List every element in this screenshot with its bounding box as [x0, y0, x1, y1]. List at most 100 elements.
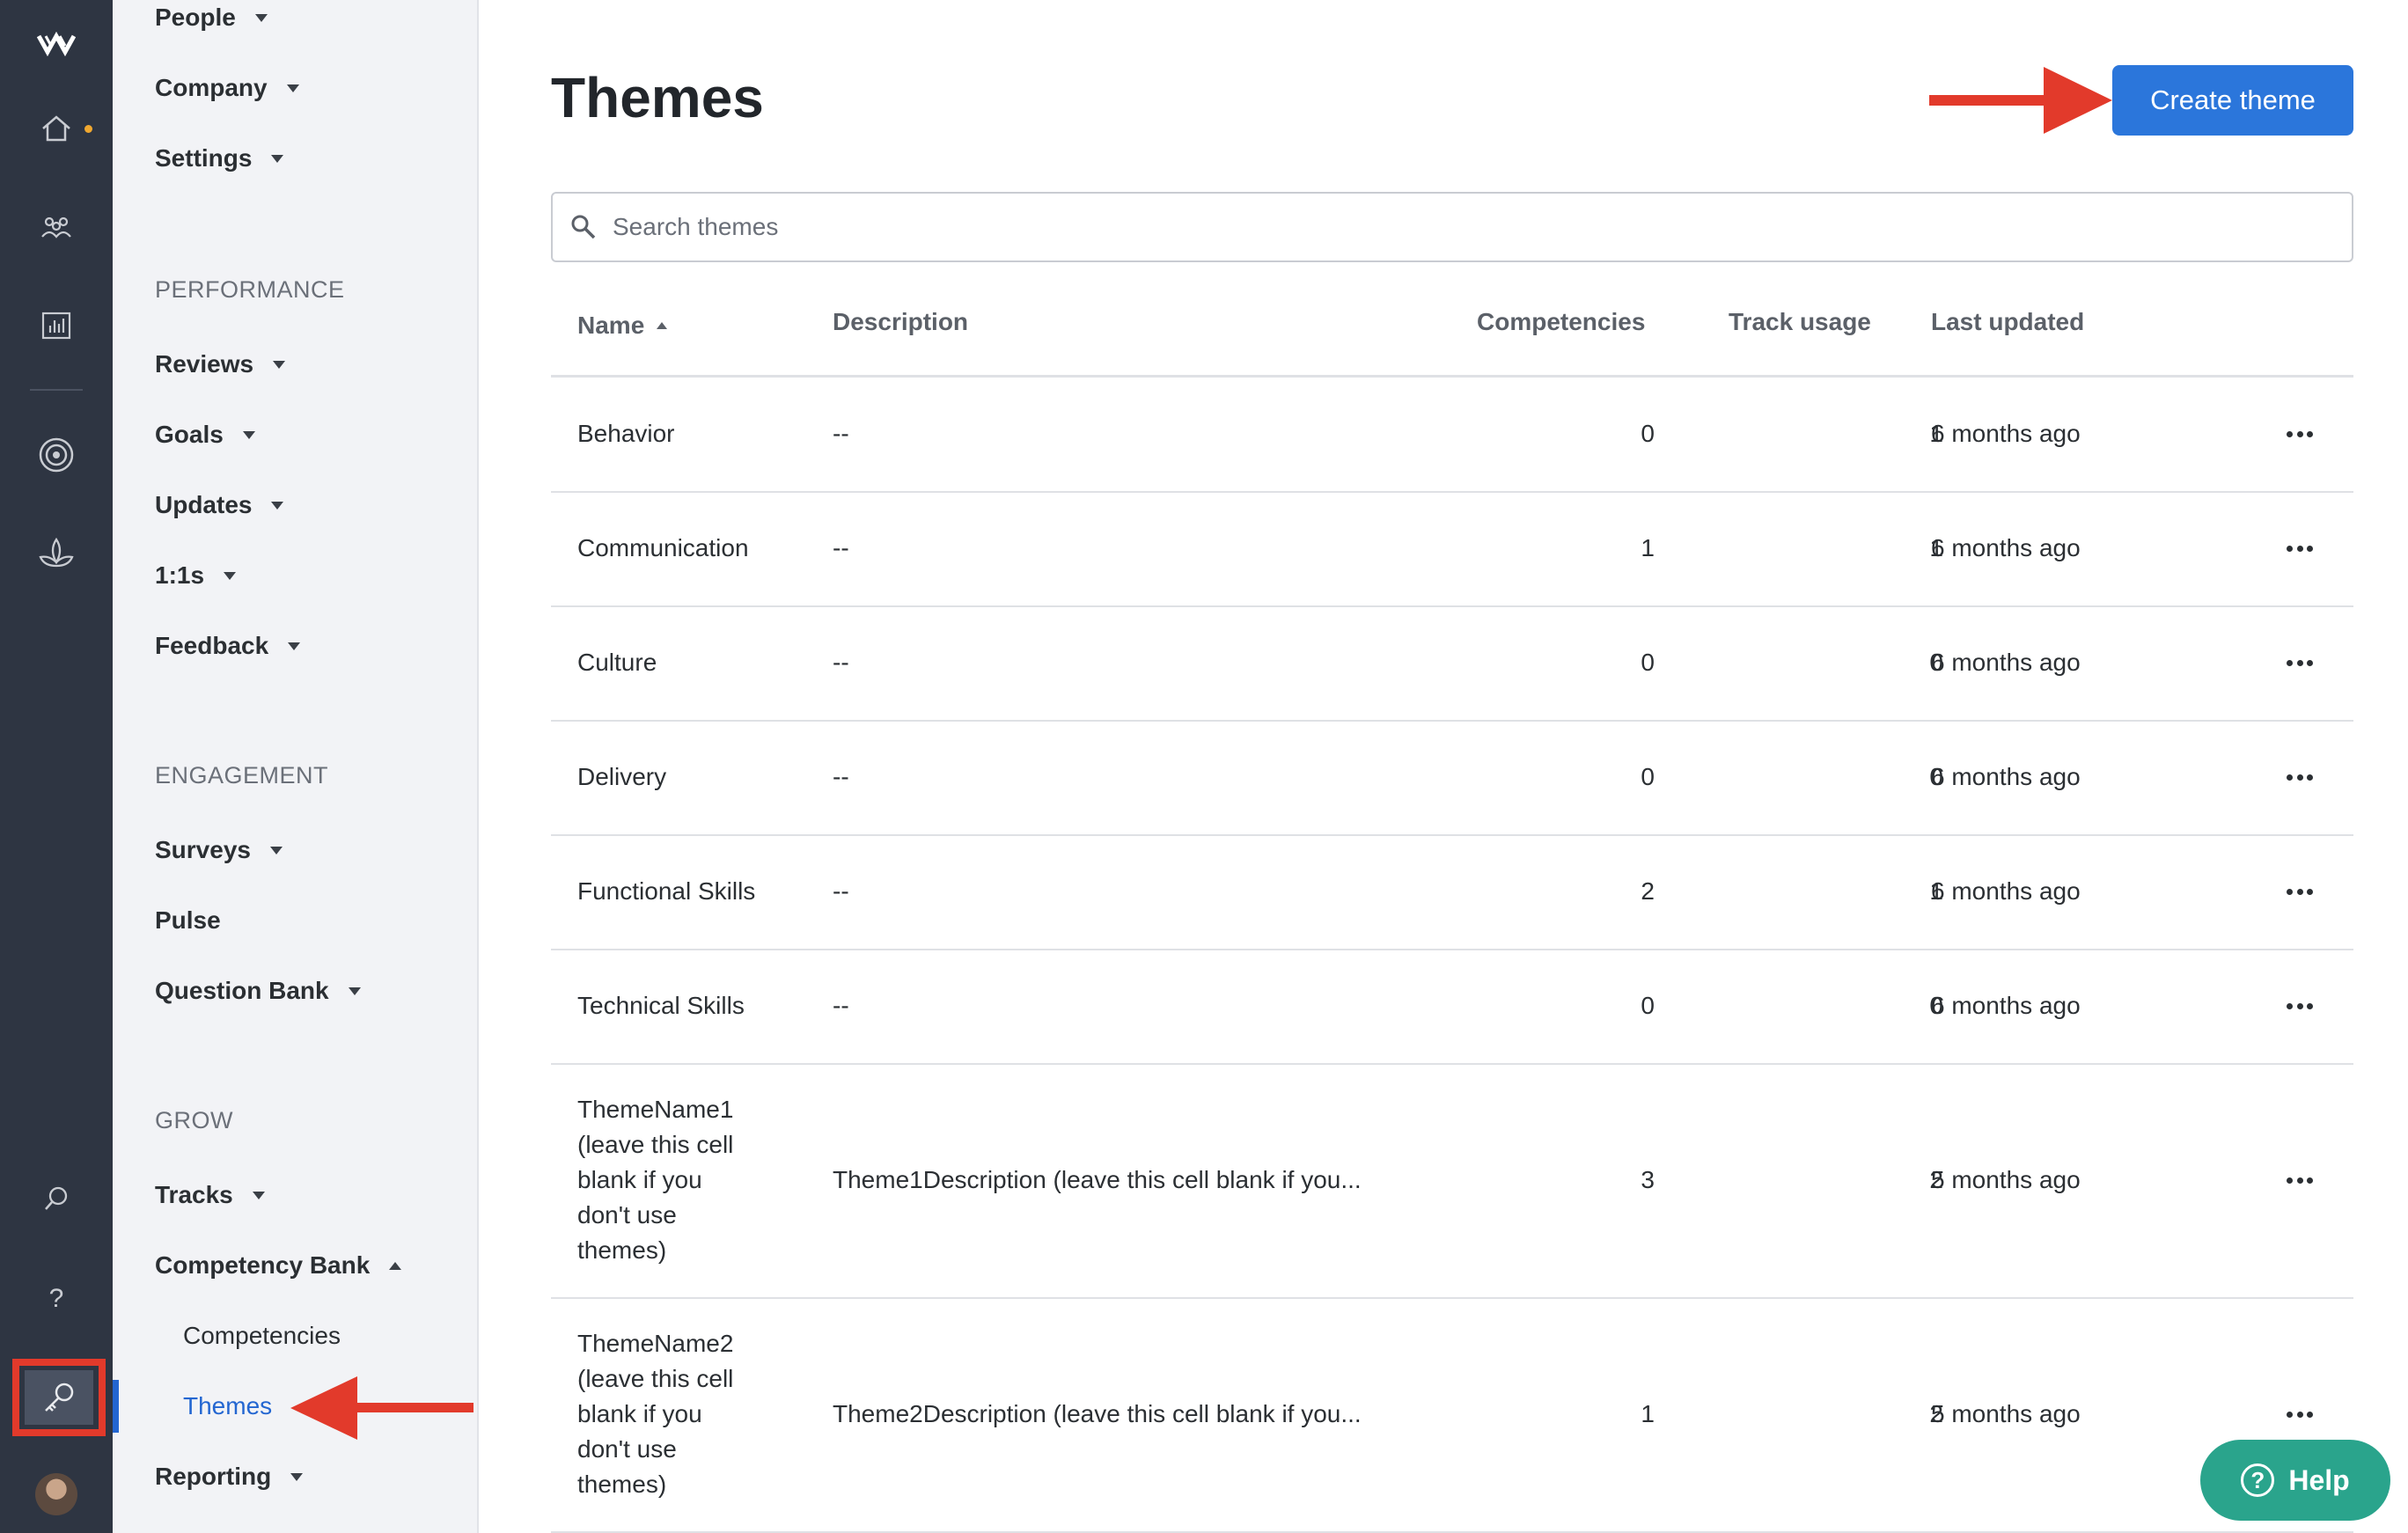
row-more-icon[interactable]: [2287, 773, 2313, 781]
logo-icon[interactable]: [0, 25, 113, 63]
annotation-arrow-icon: [1929, 67, 2112, 134]
admin-key-button[interactable]: [12, 1359, 106, 1436]
table-row[interactable]: ThemeName1 (leave this cell blank if you do…: [551, 1063, 2353, 1297]
cell-competencies: 1: [1641, 534, 1655, 561]
column-header-last-updated: Last updated: [1931, 308, 2085, 335]
key-icon: [45, 1383, 74, 1412]
table-row[interactable]: Functional Skills -- 2 1 6 months ago: [551, 834, 2353, 949]
cell-last-updated: 6 months ago: [1931, 420, 2081, 447]
caret-down-icon: [252, 1191, 265, 1199]
nav-item-people[interactable]: People: [155, 4, 268, 32]
table-row[interactable]: Delivery -- 0 0 6 months ago: [551, 720, 2353, 834]
caret-down-icon: [273, 360, 286, 369]
column-header-competencies: Competencies: [1477, 308, 1646, 335]
cell-last-updated: 6 months ago: [1931, 649, 2081, 676]
row-more-icon[interactable]: [2287, 658, 2313, 667]
cell-last-updated: 6 months ago: [1931, 763, 2081, 790]
cell-name: ThemeName2 (leave this cell blank if you do…: [577, 1330, 734, 1498]
help-button[interactable]: ? Help: [2200, 1440, 2390, 1521]
nav-item-one-on-ones[interactable]: 1:1s: [155, 561, 237, 590]
section-heading-grow: GROW: [155, 1107, 233, 1133]
people-icon[interactable]: [0, 208, 113, 246]
cell-description: --: [833, 877, 849, 905]
table-row[interactable]: Technical Skills -- 0 0 6 months ago: [551, 949, 2353, 1063]
caret-down-icon: [288, 642, 301, 650]
cell-last-updated: 5 months ago: [1931, 1400, 2081, 1427]
column-header-name[interactable]: Name: [577, 312, 668, 340]
column-header-track-usage: Track usage: [1729, 308, 1871, 335]
avatar[interactable]: [35, 1473, 77, 1515]
nav-item-goals[interactable]: Goals: [155, 421, 255, 449]
help-icon[interactable]: ?: [0, 1280, 113, 1318]
cell-last-updated: 6 months ago: [1931, 534, 2081, 561]
row-more-icon[interactable]: [2287, 1176, 2313, 1185]
table-row[interactable]: ThemeName2 (leave this cell blank if you do…: [551, 1297, 2353, 1531]
target-icon[interactable]: [0, 433, 113, 477]
cell-name: Functional Skills: [577, 877, 756, 905]
caret-down-icon: [254, 13, 268, 22]
nav-item-reporting[interactable]: Reporting: [155, 1463, 304, 1491]
cell-competencies: 0: [1641, 420, 1655, 447]
help-circle-icon: ?: [2241, 1463, 2275, 1497]
caret-down-icon: [224, 571, 237, 580]
row-more-icon[interactable]: [2287, 1410, 2313, 1419]
search-icon: [571, 215, 596, 239]
nav-item-question-bank[interactable]: Question Bank: [155, 977, 361, 1005]
table-row[interactable]: Culture -- 0 0 6 months ago: [551, 605, 2353, 720]
cell-last-updated: 5 months ago: [1931, 1166, 2081, 1193]
search-box[interactable]: [551, 192, 2353, 262]
lotus-icon[interactable]: [0, 532, 113, 576]
caret-down-icon: [286, 84, 299, 92]
page-title: Themes: [551, 66, 764, 129]
caret-down-icon: [242, 430, 255, 439]
nav-item-company[interactable]: Company: [155, 74, 299, 102]
nav-item-tracks[interactable]: Tracks: [155, 1181, 265, 1209]
row-more-icon[interactable]: [2287, 544, 2313, 553]
table-row[interactable]: Communication -- 1 1 6 months ago: [551, 491, 2353, 605]
nav-item-surveys[interactable]: Surveys: [155, 836, 283, 864]
notification-dot: [84, 125, 92, 133]
annotation-arrow-icon: [290, 1376, 474, 1440]
nav-item-feedback[interactable]: Feedback: [155, 632, 301, 660]
cell-competencies: 0: [1641, 649, 1655, 676]
cell-description: --: [833, 763, 849, 790]
row-more-icon[interactable]: [2287, 887, 2313, 896]
nav-item-reviews[interactable]: Reviews: [155, 350, 286, 378]
caret-down-icon: [269, 846, 283, 855]
caret-down-icon: [271, 154, 284, 163]
cell-competencies: 2: [1641, 877, 1655, 905]
search-input[interactable]: [611, 212, 2287, 242]
nav-item-pulse[interactable]: Pulse: [155, 906, 221, 935]
cell-last-updated: 6 months ago: [1931, 877, 2081, 905]
nav-subitem-competencies[interactable]: Competencies: [183, 1322, 341, 1350]
caret-up-icon: [389, 1261, 402, 1270]
nav-item-competency-bank[interactable]: Competency Bank: [155, 1251, 402, 1280]
nav-subitem-themes[interactable]: Themes: [183, 1392, 272, 1420]
sort-asc-icon: [657, 322, 668, 329]
active-indicator: [113, 1380, 119, 1433]
create-theme-button[interactable]: Create theme: [2112, 65, 2353, 136]
nav-item-updates[interactable]: Updates: [155, 491, 284, 519]
cell-competencies: 3: [1641, 1166, 1655, 1193]
caret-down-icon: [348, 987, 361, 995]
table-row[interactable]: Behavior -- 0 1 6 months ago: [551, 377, 2353, 491]
column-header-description: Description: [833, 308, 969, 335]
caret-down-icon: [290, 1472, 304, 1481]
cell-description: Theme2Description (leave this cell blank…: [833, 1400, 1362, 1427]
home-icon[interactable]: [0, 109, 113, 148]
section-heading-engagement: ENGAGEMENT: [155, 762, 329, 789]
icon-rail: ?: [0, 0, 113, 1533]
caret-down-icon: [271, 501, 284, 510]
row-more-icon[interactable]: [2287, 1001, 2313, 1010]
row-more-icon[interactable]: [2287, 429, 2313, 438]
search-icon[interactable]: [0, 1179, 113, 1218]
cell-description: --: [833, 649, 849, 676]
nav-item-settings[interactable]: Settings: [155, 144, 284, 172]
cell-competencies: 0: [1641, 992, 1655, 1019]
cell-competencies: 1: [1641, 1400, 1655, 1427]
section-heading-performance: PERFORMANCE: [155, 276, 345, 303]
chart-icon[interactable]: [0, 306, 113, 345]
cell-description: Theme1Description (leave this cell blank…: [833, 1166, 1362, 1193]
secondary-nav: People Company Settings PERFORMANCE Revi…: [113, 0, 479, 1533]
cell-name: Culture: [577, 649, 657, 676]
